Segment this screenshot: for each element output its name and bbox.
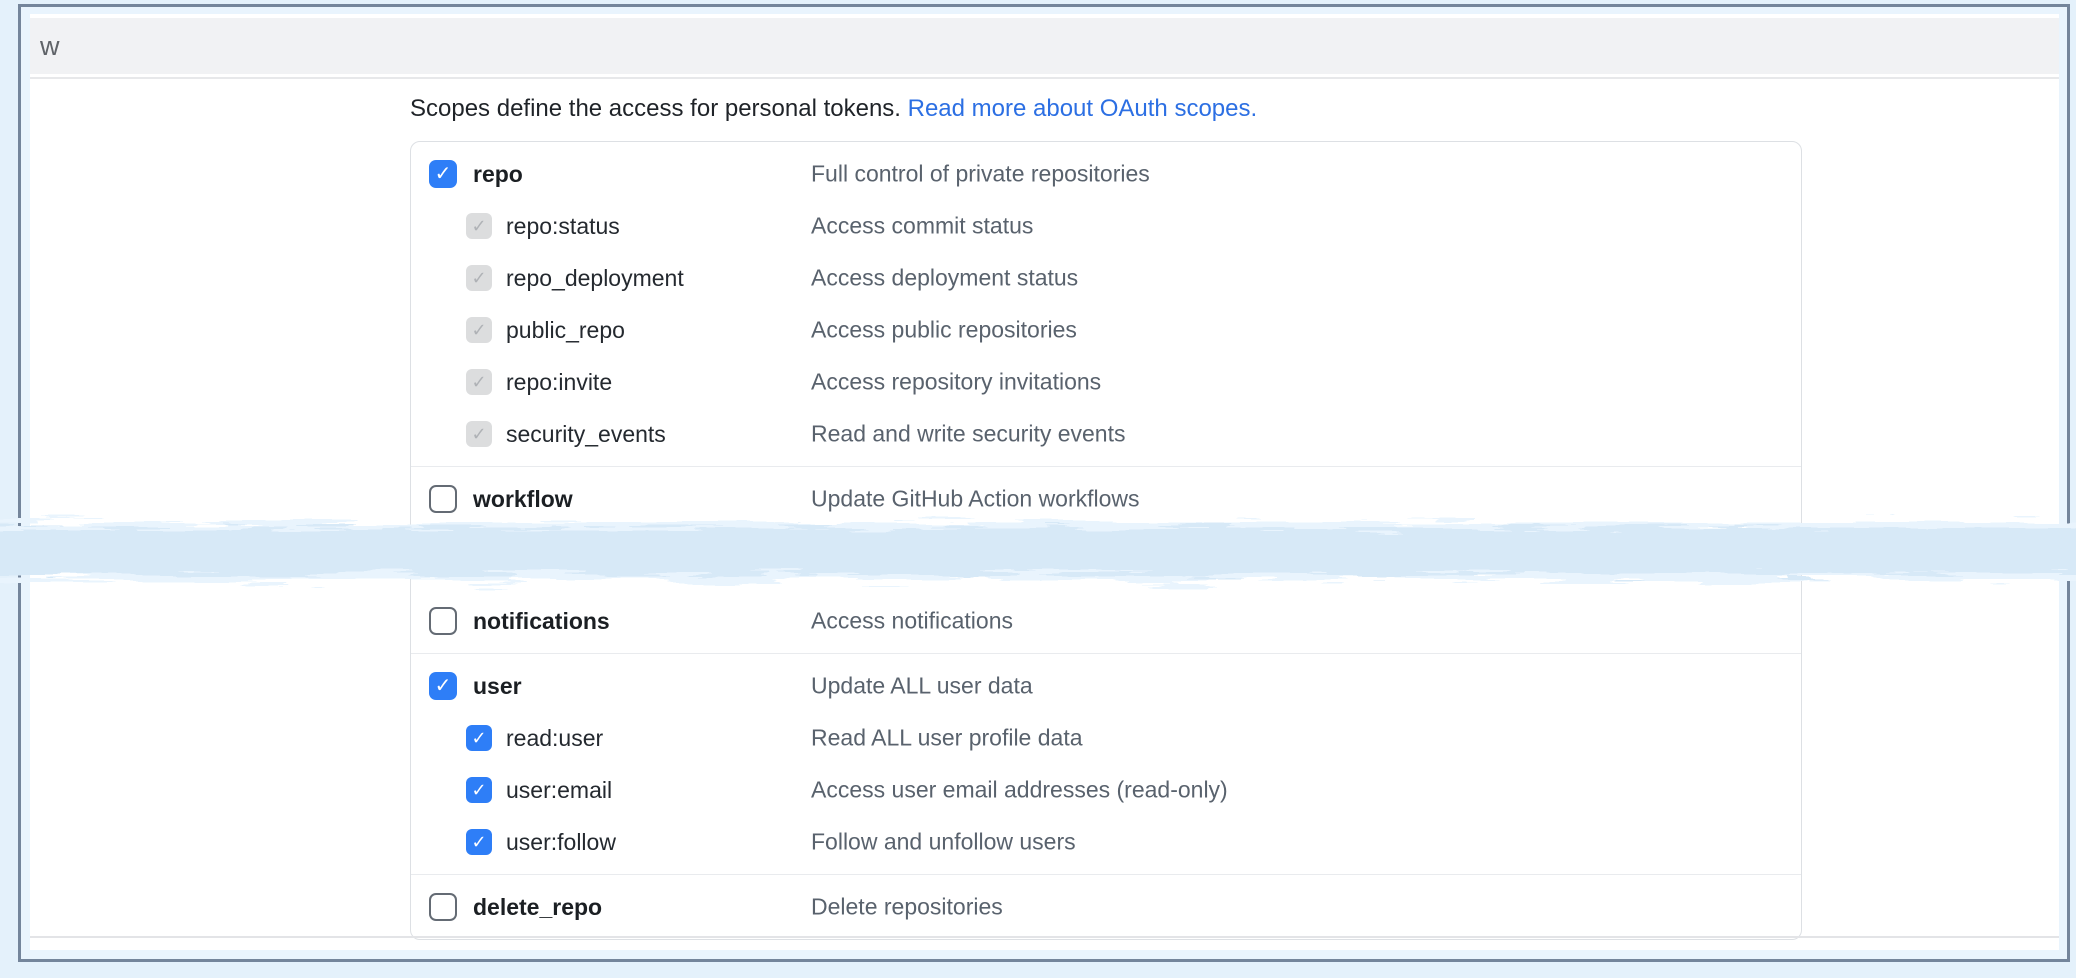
scope-description: Update ALL user data <box>811 673 1033 700</box>
scope-group-workflow: workflow Update GitHub Action workflows <box>411 466 1801 531</box>
page: w Scopes define the access for personal … <box>30 14 2059 950</box>
scope-row: workflow Update GitHub Action workflows <box>411 473 1801 525</box>
scope-description: Full control of private repositories <box>811 161 1150 188</box>
scope-label-workflow[interactable]: workflow <box>473 486 573 513</box>
scope-description: Read and write security events <box>811 421 1126 448</box>
scope-checkbox-user:follow[interactable]: ✓ <box>466 829 492 855</box>
scope-description: Access deployment status <box>811 265 1078 292</box>
scope-description: Read ALL user profile data <box>811 725 1083 752</box>
window-bar-text: w <box>40 31 60 62</box>
scope-group-notifications: notifications Access notifications <box>411 589 1801 653</box>
scope-row: ✓ user Update ALL user data <box>411 660 1801 712</box>
scopes-intro-text: Scopes define the access for personal to… <box>410 95 908 122</box>
page-bottom-divider <box>30 936 2059 938</box>
scope-label-repo[interactable]: repo <box>473 161 523 188</box>
scope-row: ✓ repo:invite Access repository invitati… <box>411 356 1801 408</box>
scope-checkbox-workflow[interactable] <box>429 485 457 513</box>
scope-row: ✓ read:user Read ALL user profile data <box>411 712 1801 764</box>
scope-group-delete_repo: delete_repo Delete repositories <box>411 874 1801 939</box>
scope-checkbox-user:email[interactable]: ✓ <box>466 777 492 803</box>
scope-description: Access user email addresses (read-only) <box>811 777 1228 804</box>
scope-checkbox-read:user[interactable]: ✓ <box>466 725 492 751</box>
scope-checkbox-repo:invite: ✓ <box>466 369 492 395</box>
oauth-scopes-link[interactable]: Read more about OAuth scopes. <box>908 95 1258 122</box>
scope-checkbox-delete_repo[interactable] <box>429 893 457 921</box>
scope-checkbox-public_repo: ✓ <box>466 317 492 343</box>
scope-label-security_events[interactable]: security_events <box>506 421 666 448</box>
scope-row: delete_repo Delete repositories <box>411 881 1801 933</box>
scope-checkbox-notifications[interactable] <box>429 607 457 635</box>
window-frame: w Scopes define the access for personal … <box>18 4 2070 962</box>
scope-label-repo:invite[interactable]: repo:invite <box>506 369 612 396</box>
scope-label-notifications[interactable]: notifications <box>473 608 610 635</box>
scopes-box: ✓ repo Full control of private repositor… <box>410 141 1802 940</box>
content-area: Scopes define the access for personal to… <box>30 79 2059 940</box>
scope-row: ✓ security_events Read and write securit… <box>411 408 1801 460</box>
scope-label-repo:status[interactable]: repo:status <box>506 213 620 240</box>
screenshot-root: { "window": { "bar_text": "w" }, "intro"… <box>0 0 2076 978</box>
torn-gap <box>411 531 1801 589</box>
scope-row: ✓ repo:status Access commit status <box>411 200 1801 252</box>
scope-group-user: ✓ user Update ALL user data ✓ read:user … <box>411 653 1801 874</box>
scope-description: Access commit status <box>811 213 1033 240</box>
scope-checkbox-repo:status: ✓ <box>466 213 492 239</box>
scope-label-user:follow[interactable]: user:follow <box>506 829 616 856</box>
scope-label-delete_repo[interactable]: delete_repo <box>473 894 602 921</box>
scope-row: ✓ repo Full control of private repositor… <box>411 148 1801 200</box>
scope-checkbox-repo[interactable]: ✓ <box>429 160 457 188</box>
scope-row: notifications Access notifications <box>411 595 1801 647</box>
scope-checkbox-user[interactable]: ✓ <box>429 672 457 700</box>
scope-description: Delete repositories <box>811 894 1003 921</box>
scope-label-read:user[interactable]: read:user <box>506 725 603 752</box>
scope-description: Access public repositories <box>811 317 1077 344</box>
scope-label-user[interactable]: user <box>473 673 522 700</box>
scope-row: ✓ user:email Access user email addresses… <box>411 764 1801 816</box>
scope-row: ✓ public_repo Access public repositories <box>411 304 1801 356</box>
scope-label-public_repo[interactable]: public_repo <box>506 317 625 344</box>
scope-description: Access notifications <box>811 608 1013 635</box>
scope-description: Follow and unfollow users <box>811 829 1076 856</box>
scope-group-repo: ✓ repo Full control of private repositor… <box>411 142 1801 466</box>
scope-row: ✓ repo_deployment Access deployment stat… <box>411 252 1801 304</box>
scope-checkbox-security_events: ✓ <box>466 421 492 447</box>
scope-description: Access repository invitations <box>811 369 1101 396</box>
scope-row: ✓ user:follow Follow and unfollow users <box>411 816 1801 868</box>
scope-description: Update GitHub Action workflows <box>811 486 1140 513</box>
scope-label-user:email[interactable]: user:email <box>506 777 612 804</box>
scope-checkbox-repo_deployment: ✓ <box>466 265 492 291</box>
scopes-intro: Scopes define the access for personal to… <box>410 93 2059 125</box>
scope-label-repo_deployment[interactable]: repo_deployment <box>506 265 684 292</box>
window-bar: w <box>30 18 2059 74</box>
